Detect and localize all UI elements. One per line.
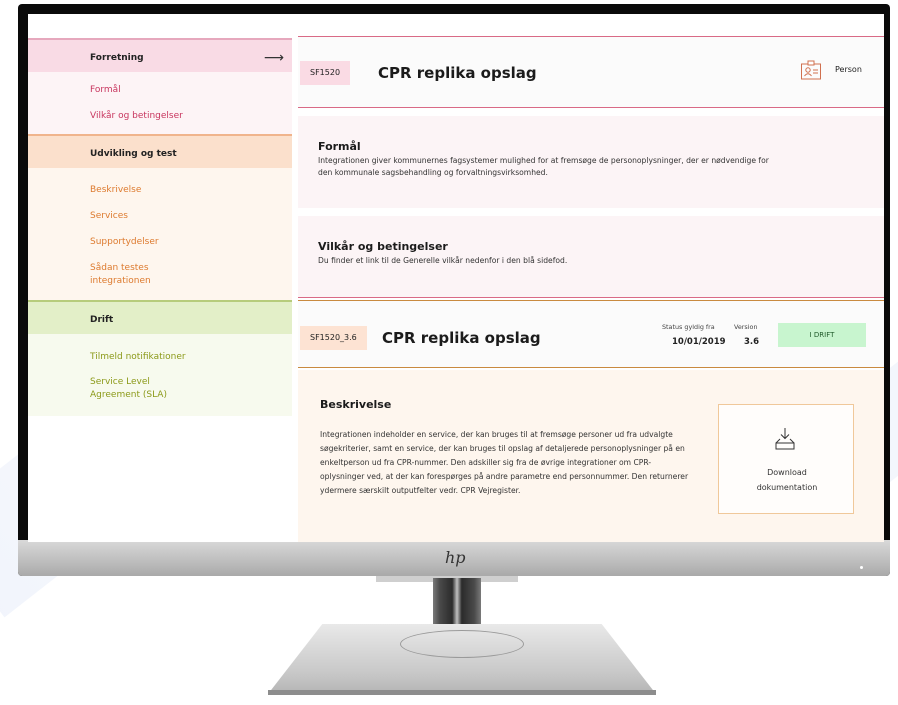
sidebar-section-body bbox=[28, 72, 292, 134]
status-badge: I DRIFT bbox=[778, 323, 866, 347]
sidebar-section-udvikling[interactable]: Udvikling og test bbox=[28, 134, 292, 168]
beskrivelse-section: Beskrivelse Integrationen indeholder en … bbox=[298, 370, 884, 542]
sidebar-section-drift[interactable]: Drift bbox=[28, 300, 292, 334]
service-code-badge: SF1520 bbox=[300, 61, 351, 85]
sidebar-item-vilkaar[interactable]: Vilkår og betingelser bbox=[90, 110, 183, 123]
sidebar-section-title: Drift bbox=[90, 315, 114, 325]
screen: Forretning ⟶ Formål Vilkår og betingelse… bbox=[28, 14, 884, 542]
sidebar-item-beskrivelse[interactable]: Beskrivelse bbox=[90, 184, 141, 197]
download-documentation-button[interactable]: Download dokumentation bbox=[718, 404, 854, 514]
monitor-stand-neck bbox=[433, 578, 481, 632]
download-label: Download dokumentation bbox=[756, 468, 818, 492]
sidebar-item-saadan-testes[interactable]: Sådan testes integrationen bbox=[90, 262, 190, 288]
version-label: Version bbox=[734, 323, 758, 331]
sidebar-item-sla[interactable]: Service Level Agreement (SLA) bbox=[90, 376, 180, 402]
beskrivelse-heading: Beskrivelse bbox=[320, 398, 392, 411]
sidebar-item-notifikationer[interactable]: Tilmeld notifikationer bbox=[90, 351, 186, 364]
sidebar-item-formaal[interactable]: Formål bbox=[90, 84, 121, 97]
sidebar-section-forretning[interactable]: Forretning ⟶ bbox=[28, 38, 292, 72]
version-header: SF1520_3.6 CPR replika opslag Status gyl… bbox=[298, 300, 884, 368]
status-date-label: Status gyldig fra bbox=[662, 323, 715, 331]
service-header: SF1520 CPR replika opslag Person bbox=[298, 36, 884, 108]
arrow-right-icon: ⟶ bbox=[263, 50, 284, 66]
person-label: Person bbox=[835, 65, 862, 74]
formaal-heading: Formål bbox=[318, 140, 361, 153]
page-title: CPR replika opslag bbox=[378, 64, 537, 82]
status-date-value: 10/01/2019 bbox=[672, 337, 726, 347]
version-title: CPR replika opslag bbox=[382, 329, 541, 347]
formaal-text: Integrationen giver kommunernes fagsyste… bbox=[318, 156, 769, 177]
sidebar-section-body bbox=[28, 334, 292, 416]
sidebar-item-services[interactable]: Services bbox=[90, 210, 128, 223]
monitor-stand-base-edge bbox=[268, 690, 656, 695]
power-indicator bbox=[860, 566, 863, 569]
formaal-section: Formål Integrationen giver kommunernes f… bbox=[298, 116, 884, 208]
hp-logo: hp bbox=[445, 548, 466, 567]
beskrivelse-text: Integrationen indeholder en service, der… bbox=[320, 430, 689, 495]
vilkaar-section: Vilkår og betingelser Du finder et link … bbox=[298, 216, 884, 298]
sidebar-section-title: Forretning bbox=[90, 53, 144, 63]
vilkaar-heading: Vilkår og betingelser bbox=[318, 240, 448, 253]
download-icon bbox=[772, 427, 798, 455]
version-code-badge: SF1520_3.6 bbox=[300, 326, 367, 350]
vilkaar-text: Du finder et link til de Generelle vilkå… bbox=[318, 256, 568, 265]
sidebar-section-title: Udvikling og test bbox=[90, 149, 177, 159]
person-icon bbox=[800, 59, 822, 85]
monitor-stand-ring bbox=[400, 630, 524, 658]
sidebar-item-supportydelser[interactable]: Supportydelser bbox=[90, 236, 159, 249]
main-content: SF1520 CPR replika opslag Person Formål … bbox=[298, 14, 884, 542]
version-value: 3.6 bbox=[744, 337, 760, 347]
sidebar-nav: Forretning ⟶ Formål Vilkår og betingelse… bbox=[28, 14, 292, 542]
